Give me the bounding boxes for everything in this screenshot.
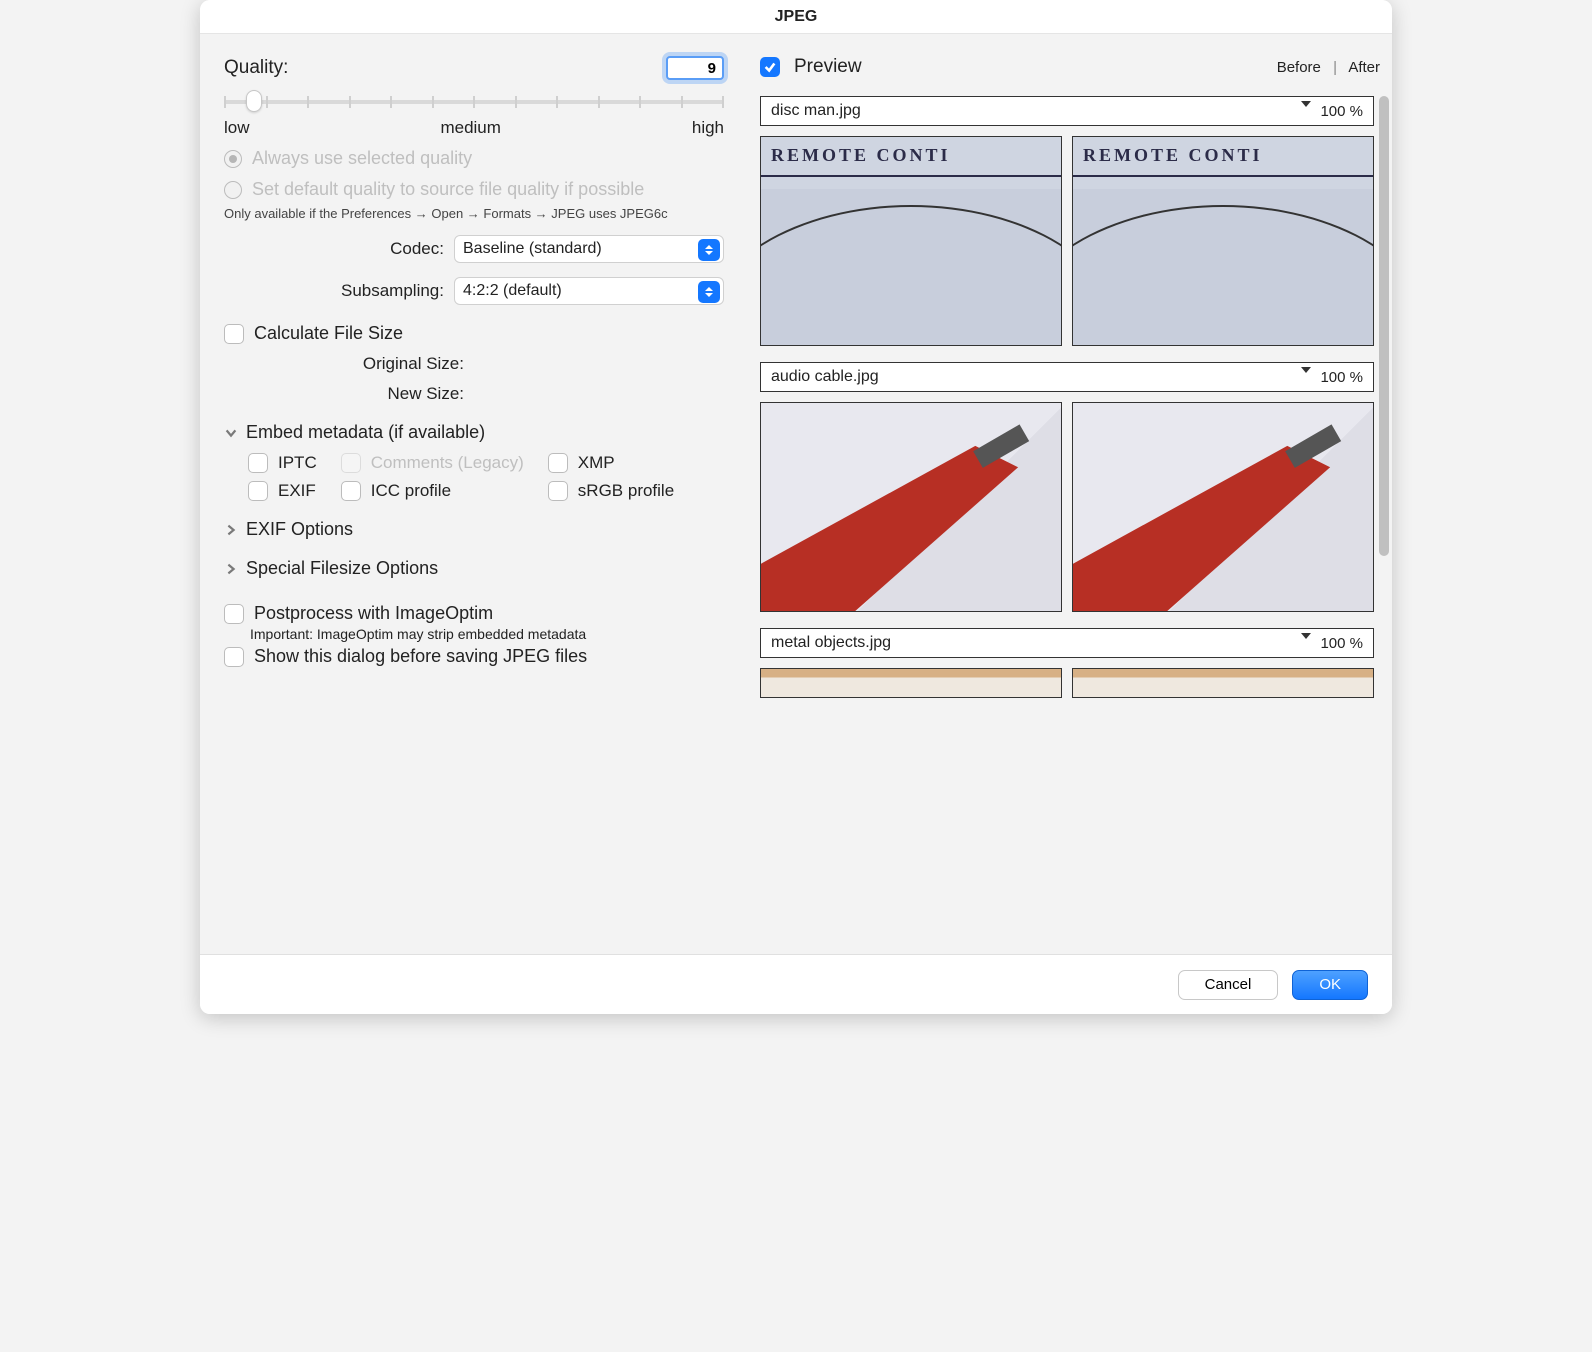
subsampling-select[interactable]: 4:2:2 (default) <box>454 277 724 305</box>
file-name: metal objects.jpg <box>771 634 891 652</box>
thumbnail-before[interactable] <box>760 402 1062 612</box>
cancel-button[interactable]: Cancel <box>1178 970 1279 1000</box>
content-pane: Quality: low medium high <box>200 34 1392 954</box>
chevron-right-icon <box>224 523 238 537</box>
subsampling-label: Subsampling: <box>224 281 454 301</box>
preview-panel: Preview Before | After disc man.jpg 100 %… <box>748 34 1392 954</box>
file-header[interactable]: metal objects.jpg 100 % <box>760 628 1374 658</box>
quality-help-text: Only available if the Preferences → Open… <box>224 206 724 221</box>
stepper-arrows-icon <box>698 281 720 303</box>
quality-slider[interactable] <box>224 86 724 116</box>
radio-source-quality: Set default quality to source file quali… <box>224 179 724 200</box>
file-header[interactable]: audio cable.jpg 100 % <box>760 362 1374 392</box>
slider-label-medium: medium <box>440 118 500 138</box>
new-size-label: New Size: <box>224 384 464 404</box>
separator: | <box>1325 59 1345 76</box>
preview-item: audio cable.jpg 100 % <box>760 362 1374 612</box>
zoom-label: 100 % <box>1320 103 1363 120</box>
ok-button[interactable]: OK <box>1292 970 1368 1000</box>
original-size-label: Original Size: <box>224 354 464 374</box>
show-dialog-checkbox[interactable]: Show this dialog before saving JPEG file… <box>224 646 724 667</box>
dropdown-triangle-icon <box>1301 373 1311 391</box>
codec-label: Codec: <box>224 239 454 259</box>
chevron-right-icon <box>224 562 238 576</box>
quality-input[interactable] <box>666 56 724 80</box>
embed-metadata-disclosure[interactable]: Embed metadata (if available) <box>224 422 724 443</box>
comments-checkbox: Comments (Legacy) <box>341 453 524 473</box>
thumbnail-after[interactable]: REMOTE CONTI <box>1072 136 1374 346</box>
thumbnail-after[interactable] <box>1072 668 1374 698</box>
quality-label: Quality: <box>224 57 288 79</box>
zoom-label: 100 % <box>1320 369 1363 386</box>
scrollbar[interactable] <box>1379 96 1389 556</box>
chevron-down-icon <box>224 426 238 440</box>
xmp-checkbox[interactable]: XMP <box>548 453 674 473</box>
thumbnail-before[interactable]: REMOTE CONTI <box>760 136 1062 346</box>
thumbnail-before[interactable] <box>760 668 1062 698</box>
settings-panel: Quality: low medium high <box>200 34 748 954</box>
codec-select[interactable]: Baseline (standard) <box>454 235 724 263</box>
file-name: audio cable.jpg <box>771 368 879 386</box>
stepper-arrows-icon <box>698 239 720 261</box>
slider-label-high: high <box>692 118 724 138</box>
preview-item: disc man.jpg 100 % REMOTE CONTIREMOTE CONT… <box>760 96 1374 346</box>
after-label[interactable]: After <box>1348 59 1380 76</box>
calculate-filesize-checkbox[interactable]: Calculate File Size <box>224 323 724 344</box>
iptc-checkbox[interactable]: IPTC <box>248 453 317 473</box>
before-label[interactable]: Before <box>1277 59 1321 76</box>
srgb-checkbox[interactable]: sRGB profile <box>548 481 674 501</box>
preview-item: metal objects.jpg 100 % <box>760 628 1374 698</box>
file-name: disc man.jpg <box>771 102 861 120</box>
icc-checkbox[interactable]: ICC profile <box>341 481 524 501</box>
window-title: JPEG <box>200 0 1392 34</box>
jpeg-export-dialog: JPEG Quality: low medium <box>200 0 1392 1014</box>
quality-slider-thumb[interactable] <box>246 90 262 112</box>
preview-list: disc man.jpg 100 % REMOTE CONTIREMOTE CONT… <box>760 96 1374 954</box>
radio-always-quality: Always use selected quality <box>224 148 724 169</box>
thumbnail-after[interactable] <box>1072 402 1374 612</box>
preview-checkbox[interactable] <box>760 57 780 77</box>
postprocess-note: Important: ImageOptim may strip embedded… <box>250 626 724 642</box>
dropdown-triangle-icon <box>1301 639 1311 657</box>
exif-checkbox[interactable]: EXIF <box>248 481 317 501</box>
postprocess-checkbox[interactable]: Postprocess with ImageOptim <box>224 603 724 624</box>
exif-options-disclosure[interactable]: EXIF Options <box>224 519 724 540</box>
dialog-footer: Cancel OK <box>200 954 1392 1014</box>
dropdown-triangle-icon <box>1301 107 1311 125</box>
slider-label-low: low <box>224 118 250 138</box>
preview-label: Preview <box>794 56 862 78</box>
file-header[interactable]: disc man.jpg 100 % <box>760 96 1374 126</box>
special-filesize-disclosure[interactable]: Special Filesize Options <box>224 558 724 579</box>
zoom-label: 100 % <box>1320 635 1363 652</box>
